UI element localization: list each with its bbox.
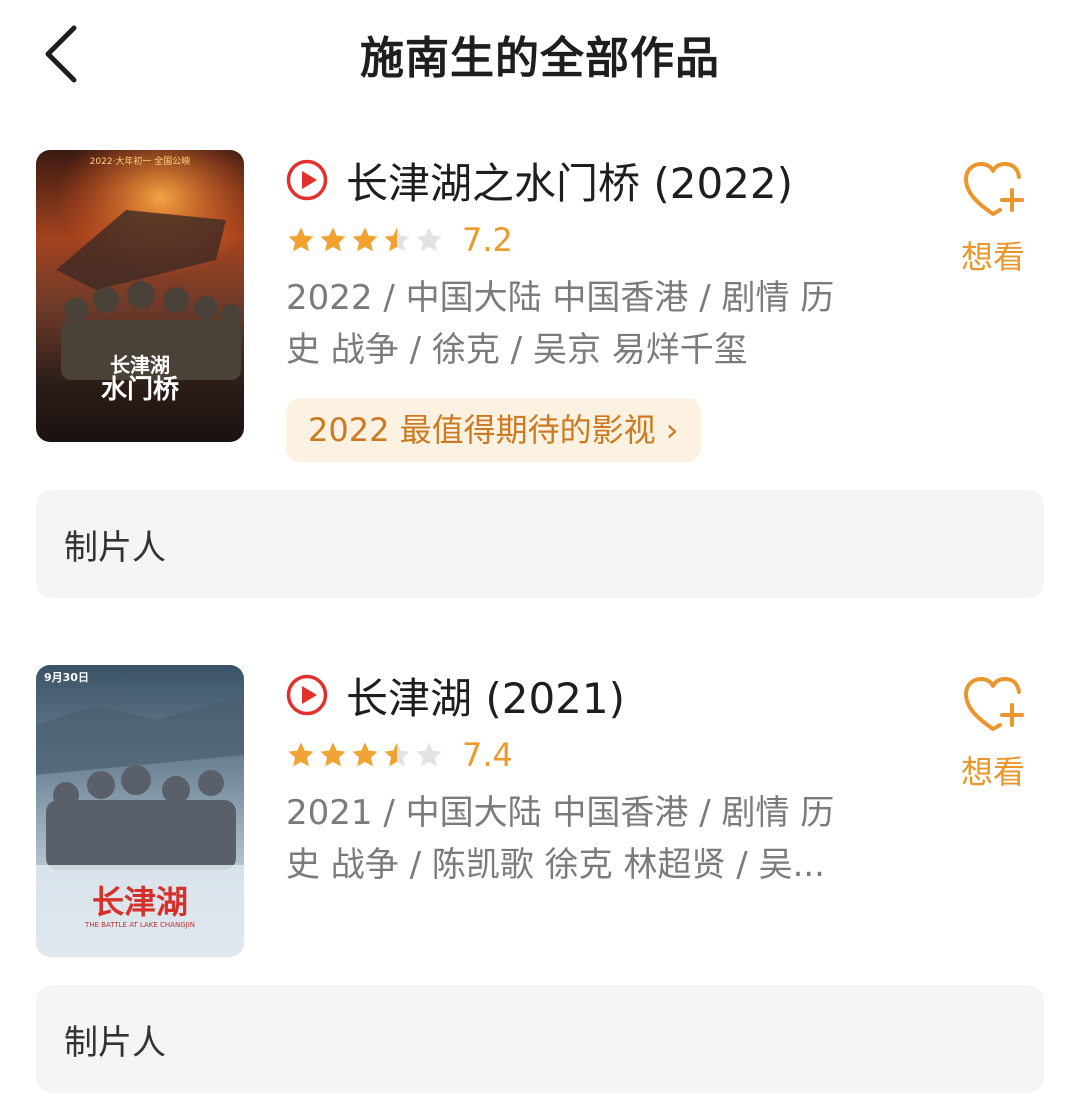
want-to-watch-label: 想看 [960,753,1025,791]
ranking-chip[interactable]: 2022 最值得期待的影视 › [286,398,701,462]
star-rating [286,740,444,770]
work-title[interactable]: 长津湖 (2021) [346,665,625,726]
top-nav-bar: 施南生的全部作品 [0,0,1080,110]
play-icon[interactable] [286,159,328,201]
rating-score: 7.2 [462,221,513,259]
meta-line: 2021 / 中国大陆 中国香港 / 剧情 历 [286,793,835,833]
half-star-icon [384,227,410,252]
star-icon [352,742,378,767]
star-icon [320,227,346,252]
poster-tagline: 2022·大年初一 全国公映 [90,155,191,167]
star-rating [286,225,444,255]
poster-title-line2: 水门桥 [101,375,180,405]
want-to-watch-button[interactable]: 想看 [948,673,1038,793]
heart-plus-icon [964,677,1024,731]
star-icon [288,227,314,252]
empty-star-icon [416,227,442,252]
empty-star-icon [416,742,442,767]
want-to-watch-label: 想看 [960,238,1025,276]
movie-poster[interactable]: 2022·大年初一 全国公映 长津湖 水门桥 [36,150,244,442]
half-star-icon [384,742,410,767]
heart-plus-icon [964,162,1024,216]
want-to-watch-button[interactable]: 想看 [948,158,1038,278]
poster-title: 长津湖 [92,883,188,921]
role-label: 制片人 [64,528,166,568]
meta-line: 史 战争 / 徐克 / 吴京 易烊千玺 [286,330,748,370]
rating-score: 7.4 [462,736,513,774]
meta-line: 史 战争 / 陈凯歌 徐克 林超贤 / 吴... [286,845,825,885]
star-icon [352,227,378,252]
star-icon [288,742,314,767]
page-title: 施南生的全部作品 [360,33,720,84]
star-icon [320,742,346,767]
movie-poster[interactable]: 9月30日 长津湖 THE BATTLE AT LAKE CHANGJIN [36,665,244,957]
poster-subtitle: THE BATTLE AT LAKE CHANGJIN [84,921,195,929]
role-box: 制片人 [36,490,1044,598]
play-icon[interactable] [286,674,328,716]
poster-title-line1: 长津湖 [110,353,170,377]
role-label: 制片人 [64,1023,166,1063]
poster-date: 9月30日 [44,671,89,684]
work-meta: 2022 / 中国大陆 中国香港 / 剧情 历 史 战争 / 徐克 / 吴京 易… [286,272,886,376]
work-meta: 2021 / 中国大陆 中国香港 / 剧情 历 史 战争 / 陈凯歌 徐克 林超… [286,787,886,891]
work-title[interactable]: 长津湖之水门桥 (2022) [346,150,793,211]
meta-line: 2022 / 中国大陆 中国香港 / 剧情 历 [286,278,835,318]
role-box: 制片人 [36,985,1044,1093]
